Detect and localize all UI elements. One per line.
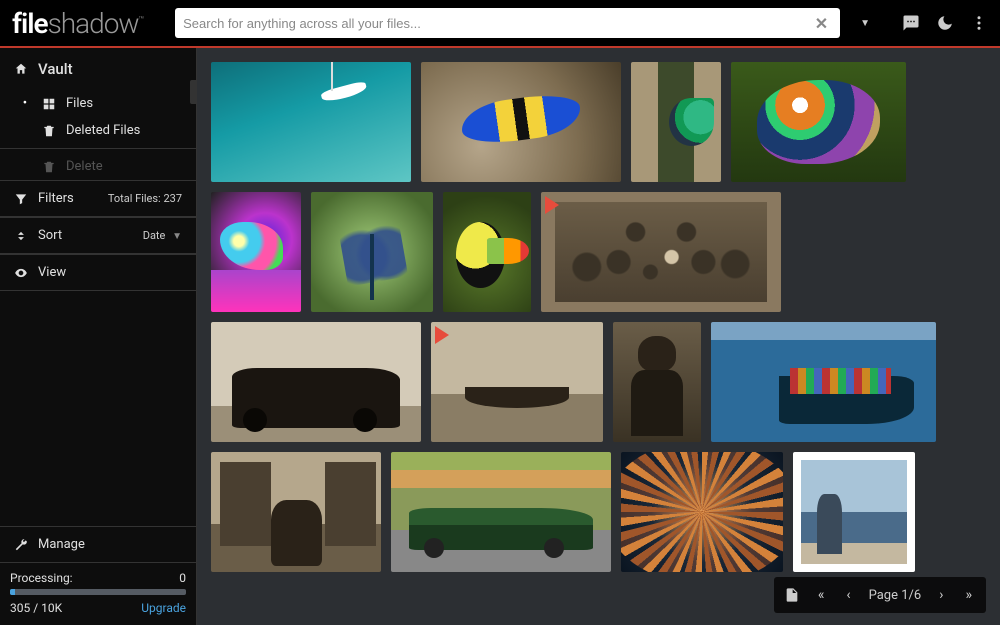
file-thumbnail[interactable] xyxy=(443,192,531,312)
view-label: View xyxy=(38,265,66,280)
file-thumbnail[interactable] xyxy=(621,452,783,572)
chevron-down-icon: ▼ xyxy=(172,231,182,242)
pager-next-icon[interactable]: › xyxy=(935,587,947,603)
quota-label: 305 / 10K xyxy=(10,601,62,615)
main: ‹ Vault • Files Deleted Files Delete Fil… xyxy=(0,48,1000,625)
file-thumbnail[interactable] xyxy=(631,62,721,182)
file-thumbnail[interactable] xyxy=(311,192,433,312)
trash-icon xyxy=(42,124,56,138)
logo-bold: file xyxy=(12,7,48,40)
file-thumbnail-video[interactable] xyxy=(431,322,603,442)
file-thumbnail[interactable] xyxy=(793,452,915,572)
sidebar-item-files[interactable]: • Files xyxy=(0,90,196,117)
search-input[interactable] xyxy=(183,16,811,31)
sort-value: Date xyxy=(143,229,166,242)
sidebar-view[interactable]: View xyxy=(0,254,196,291)
wrench-icon xyxy=(14,538,28,552)
content-area: « ‹ Page 1/6 › » xyxy=(197,48,1000,625)
logo-light: shadow xyxy=(48,7,139,40)
search-dropdown-icon[interactable]: ▼ xyxy=(860,18,870,29)
processing-bar xyxy=(10,589,186,595)
page-icon[interactable] xyxy=(784,587,800,603)
file-thumbnail[interactable] xyxy=(211,62,411,182)
sidebar-filters[interactable]: Filters Total Files: 237 xyxy=(0,180,196,217)
sidebar-manage[interactable]: Manage xyxy=(0,526,196,562)
topbar: fileshadow™ ✕ ▼ xyxy=(0,0,1000,48)
sidebar-item-vault[interactable]: Vault xyxy=(0,48,196,90)
deleted-label: Deleted Files xyxy=(66,123,140,138)
delete-label: Delete xyxy=(66,159,103,174)
file-thumbnail[interactable] xyxy=(211,452,381,572)
sort-label: Sort xyxy=(38,228,62,243)
logo-tm: ™ xyxy=(139,15,144,25)
processing-fill xyxy=(10,589,15,595)
dark-mode-icon[interactable] xyxy=(936,14,954,32)
sidebar-item-deleted[interactable]: Deleted Files xyxy=(0,117,196,144)
page-indicator: Page 1/6 xyxy=(869,588,922,603)
file-thumbnail[interactable] xyxy=(711,322,936,442)
search-clear-icon[interactable]: ✕ xyxy=(811,14,832,33)
sidebar: ‹ Vault • Files Deleted Files Delete Fil… xyxy=(0,48,197,625)
processing-label: Processing: xyxy=(10,571,73,585)
trash-icon xyxy=(42,160,56,174)
eye-icon xyxy=(14,266,28,280)
sidebar-sort[interactable]: Sort Date ▼ xyxy=(0,217,196,254)
upgrade-link[interactable]: Upgrade xyxy=(141,601,186,615)
sort-value-wrap[interactable]: Date ▼ xyxy=(143,229,182,242)
pager-prev-icon[interactable]: ‹ xyxy=(842,587,854,603)
grid-icon xyxy=(42,97,56,111)
home-icon xyxy=(14,62,28,76)
filters-label: Filters xyxy=(38,191,74,206)
file-thumbnail[interactable] xyxy=(421,62,621,182)
processing-panel: Processing: 0 305 / 10K Upgrade xyxy=(0,562,196,625)
vault-label: Vault xyxy=(38,60,73,78)
chat-icon[interactable] xyxy=(902,14,920,32)
files-label: Files xyxy=(66,96,93,111)
pager-last-icon[interactable]: » xyxy=(961,587,976,603)
pager: « ‹ Page 1/6 › » xyxy=(774,577,986,613)
file-thumbnail[interactable] xyxy=(211,322,421,442)
processing-count: 0 xyxy=(179,571,186,585)
sort-icon xyxy=(14,229,28,243)
file-thumbnail[interactable] xyxy=(613,322,701,442)
file-thumbnail[interactable] xyxy=(211,192,301,312)
file-thumbnail-video[interactable] xyxy=(541,192,781,312)
app-logo: fileshadow™ xyxy=(12,7,143,40)
more-icon[interactable] xyxy=(970,14,988,32)
separator xyxy=(0,148,196,149)
pager-first-icon[interactable]: « xyxy=(814,587,829,603)
manage-label: Manage xyxy=(38,537,85,552)
file-thumbnail[interactable] xyxy=(391,452,611,572)
search-bar[interactable]: ✕ xyxy=(175,8,840,38)
file-thumbnail[interactable] xyxy=(731,62,906,182)
filters-count: Total Files: 237 xyxy=(108,192,182,205)
bullet-icon: • xyxy=(18,96,32,111)
filter-icon xyxy=(14,192,28,206)
sidebar-item-delete: Delete xyxy=(0,153,196,180)
spacer xyxy=(0,291,196,526)
top-actions xyxy=(902,14,988,32)
thumbnail-grid xyxy=(211,62,986,572)
